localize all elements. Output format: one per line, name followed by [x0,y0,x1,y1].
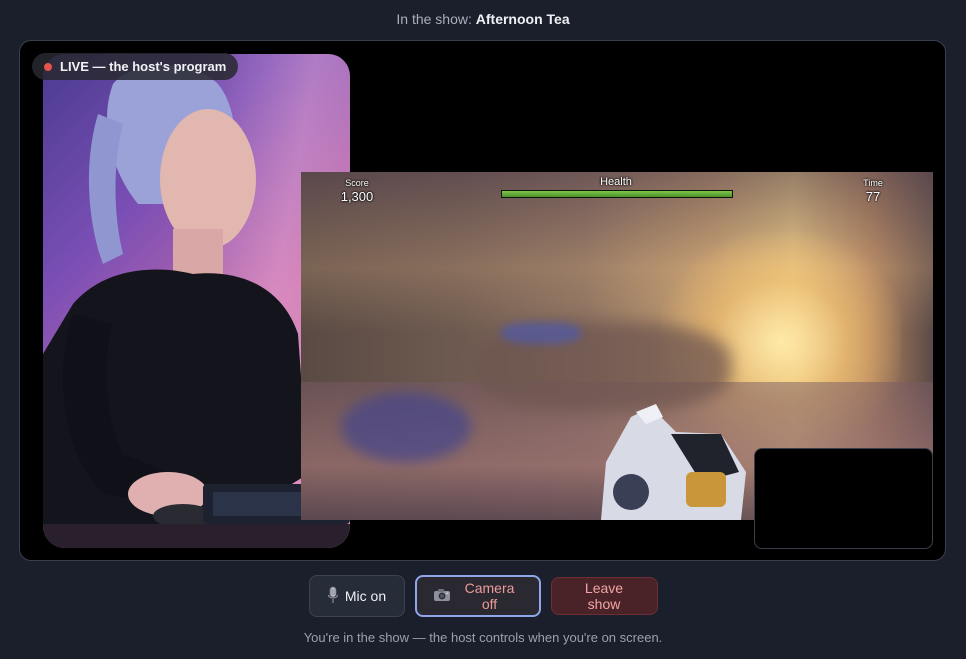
live-indicator-dot [44,62,52,71]
show-prefix: In the show: [396,11,472,27]
camera-toggle-button[interactable]: Camera off [414,575,541,617]
mic-toggle-label: Mic on [344,588,387,604]
live-badge: LIVE — the host's program [32,53,239,80]
show-name: Afternoon Tea [475,11,570,27]
call-controls: Mic on Camera off Leave show [0,575,966,617]
camera-toggle-label: Camera off [464,580,515,612]
mic-toggle-button[interactable]: Mic on [308,575,405,617]
camera-icon [433,588,451,605]
guest-camera-tile [754,448,933,549]
microphone-icon [327,586,339,607]
program-stage: LIVE — the host's program Score 1,300 He… [19,40,946,561]
status-footer: You're in the show — the host controls w… [303,630,663,645]
show-header: In the show: Afternoon Tea [0,11,966,27]
live-badge-label: LIVE — the host's program [60,59,227,74]
leave-show-button[interactable]: Leave show [550,577,658,615]
